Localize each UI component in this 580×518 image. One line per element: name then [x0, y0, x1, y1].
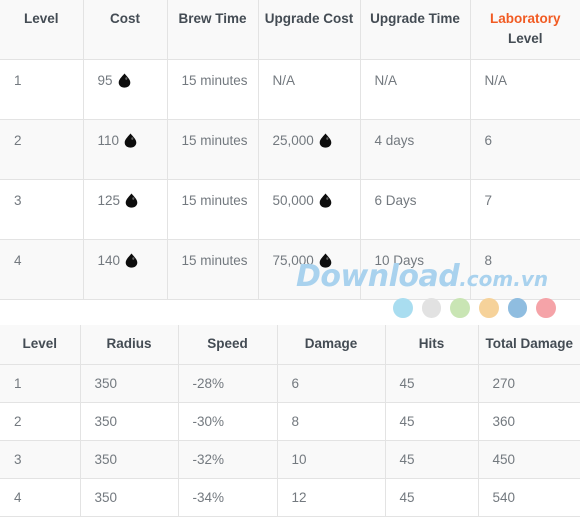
cell-level: 2: [0, 402, 81, 441]
cell-radius: 350: [80, 364, 179, 403]
cell-level: 3: [0, 179, 84, 240]
dark-elixir-droplet-icon: [118, 73, 131, 88]
col-header-laboratory-plain: Level: [507, 31, 543, 46]
dark-elixir-droplet-icon: [319, 193, 332, 208]
cell-level: 1: [0, 364, 81, 403]
stats-page: Level Cost Brew Time Upgrade Cost Upgrad…: [0, 0, 580, 518]
col-header-upgrade-cost: Upgrade Cost: [258, 0, 361, 60]
cell-brew-time: 15 minutes: [167, 179, 259, 240]
cell-radius: 350: [80, 440, 179, 479]
table-row: 4 350 -34% 12 45 540: [0, 478, 580, 517]
cell-upgrade-cost: 50,000: [258, 179, 361, 240]
spell-effects-table-head: Level Radius Speed Damage Hits Total Dam…: [0, 325, 580, 365]
cell-cost-value: 125: [97, 193, 121, 208]
dark-elixir-droplet-icon: [319, 133, 332, 148]
cell-upgrade-time: 6 Days: [360, 179, 471, 240]
table-row: 1 350 -28% 6 45 270: [0, 364, 580, 403]
col-header-speed: Speed: [178, 325, 278, 365]
cell-level: 4: [0, 478, 81, 517]
col-header-hits: Hits: [385, 325, 479, 365]
cell-cost-value: 140: [97, 253, 121, 268]
cell-speed: -34%: [178, 478, 278, 517]
col-header-total-damage: Total Damage: [478, 325, 580, 365]
table-row: 2 350 -30% 8 45 360: [0, 402, 580, 441]
cell-speed: -28%: [178, 364, 278, 403]
cell-level: 3: [0, 440, 81, 479]
cell-upgrade-time: 4 days: [360, 119, 471, 180]
cell-cost-value: 95: [97, 73, 113, 88]
cell-hits: 45: [385, 478, 479, 517]
cell-upgrade-cost: 75,000: [258, 239, 361, 300]
col-header-upgrade-time: Upgrade Time: [360, 0, 471, 60]
cell-damage: 10: [277, 440, 386, 479]
dark-elixir-droplet-icon: [125, 253, 138, 268]
cell-level: 4: [0, 239, 84, 300]
cell-laboratory-level: 7: [470, 179, 580, 240]
table-row: 1 95 15 minutes N/A N/A N/A: [0, 59, 580, 120]
cell-brew-time: 15 minutes: [167, 119, 259, 180]
dark-elixir-droplet-icon: [124, 133, 137, 148]
cell-level: 2: [0, 119, 84, 180]
col-header-damage: Damage: [277, 325, 386, 365]
cell-upgrade-time: 10 Days: [360, 239, 471, 300]
cell-upgrade-time: N/A: [360, 59, 471, 120]
cell-upgrade-cost-value: 75,000: [272, 253, 314, 268]
cell-laboratory-level: 8: [470, 239, 580, 300]
cell-damage: 6: [277, 364, 386, 403]
cell-total-damage: 450: [478, 440, 580, 479]
cell-cost: 110: [83, 119, 168, 180]
cell-cost: 140: [83, 239, 168, 300]
spell-levels-table-head: Level Cost Brew Time Upgrade Cost Upgrad…: [0, 0, 580, 60]
cell-damage: 8: [277, 402, 386, 441]
spell-levels-table: Level Cost Brew Time Upgrade Cost Upgrad…: [0, 0, 580, 300]
cell-brew-time: 15 minutes: [167, 239, 259, 300]
spell-effects-table-body: 1 350 -28% 6 45 270 2 350 -30% 8 45 360 …: [0, 364, 580, 517]
cell-total-damage: 270: [478, 364, 580, 403]
cell-upgrade-cost-value: 50,000: [272, 193, 314, 208]
cell-brew-time: 15 minutes: [167, 59, 259, 120]
col-header-level: Level: [0, 0, 84, 60]
cell-total-damage: 540: [478, 478, 580, 517]
col-header-radius: Radius: [80, 325, 179, 365]
cell-upgrade-cost-value: 25,000: [272, 133, 314, 148]
cell-laboratory-level: N/A: [470, 59, 580, 120]
table-header-row: Level Cost Brew Time Upgrade Cost Upgrad…: [0, 0, 580, 60]
dark-elixir-droplet-icon: [125, 193, 138, 208]
table-row: 3 350 -32% 10 45 450: [0, 440, 580, 479]
table-gap-spacer: [0, 300, 580, 325]
cell-upgrade-cost: 25,000: [258, 119, 361, 180]
table-row: 2 110 15 minutes 25,000 4 days 6: [0, 119, 580, 180]
col-header-cost: Cost: [83, 0, 168, 60]
cell-radius: 350: [80, 478, 179, 517]
cell-upgrade-cost: N/A: [258, 59, 361, 120]
cell-speed: -30%: [178, 402, 278, 441]
cell-level: 1: [0, 59, 84, 120]
table-row: 4 140 15 minutes 75,000 10 Days 8: [0, 239, 580, 300]
cell-speed: -32%: [178, 440, 278, 479]
cell-hits: 45: [385, 364, 479, 403]
col-header-laboratory-level: Laboratory Level: [470, 0, 580, 60]
cell-hits: 45: [385, 440, 479, 479]
dark-elixir-droplet-icon: [319, 253, 332, 268]
cell-hits: 45: [385, 402, 479, 441]
cell-cost: 95: [83, 59, 168, 120]
cell-damage: 12: [277, 478, 386, 517]
col-header-brew-time: Brew Time: [167, 0, 259, 60]
table-header-row: Level Radius Speed Damage Hits Total Dam…: [0, 325, 580, 365]
cell-cost-value: 110: [97, 133, 120, 148]
spell-effects-table: Level Radius Speed Damage Hits Total Dam…: [0, 325, 580, 517]
cell-cost: 125: [83, 179, 168, 240]
col-header-laboratory-accent: Laboratory: [489, 11, 561, 26]
cell-total-damage: 360: [478, 402, 580, 441]
col-header-level: Level: [0, 325, 81, 365]
spell-levels-table-body: 1 95 15 minutes N/A N/A N/A 2 110 15 min…: [0, 59, 580, 300]
cell-radius: 350: [80, 402, 179, 441]
table-row: 3 125 15 minutes 50,000 6 Days 7: [0, 179, 580, 240]
cell-laboratory-level: 6: [470, 119, 580, 180]
